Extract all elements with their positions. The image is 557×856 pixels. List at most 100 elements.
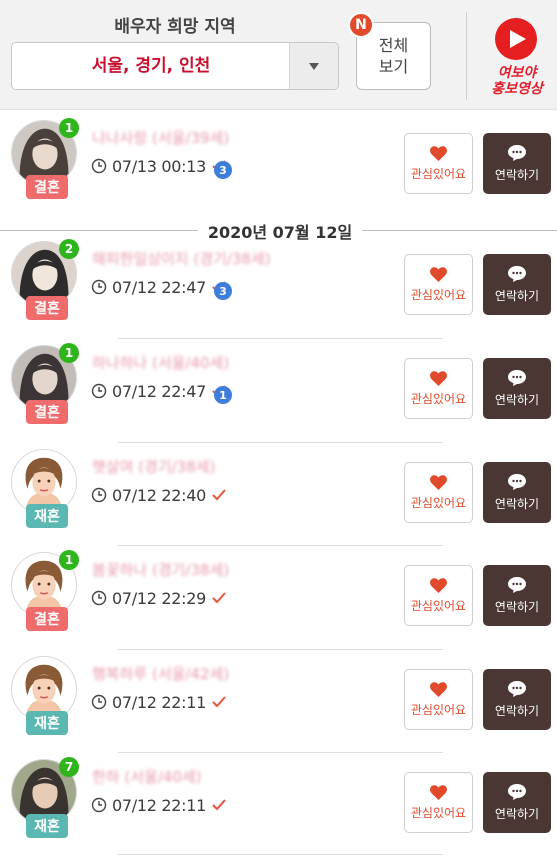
contact-label: 연락하기 <box>494 496 540 511</box>
like-button[interactable]: 관심있어요 <box>404 669 473 730</box>
view-all-label-line2: 보기 <box>378 57 409 76</box>
clock-icon <box>91 158 107 174</box>
contact-button[interactable]: 연락하기 <box>483 565 551 626</box>
avatar-wrap[interactable]: 재혼 <box>11 656 79 735</box>
region-title: 배우자 희망 지역 <box>114 17 236 37</box>
heart-icon <box>430 266 447 282</box>
promo-video-button[interactable]: 여보야 홍보영상 <box>478 14 556 100</box>
list-item[interactable]: 2 결혼 해피한일상이지 (경기/38세) 07/12 22:47 관심있어요 <box>0 234 557 334</box>
photo-count-badge: 7 <box>59 757 79 777</box>
clock-icon <box>91 279 107 295</box>
row-separator <box>118 752 443 753</box>
clock-icon <box>91 694 107 710</box>
like-button[interactable]: 관심있어요 <box>404 772 473 833</box>
check-icon <box>212 592 226 604</box>
list-item[interactable]: 재혼 행복하루 (서울/42세) 07/12 22:11 관심있어요 연락하기 <box>0 649 557 749</box>
contact-button[interactable]: 연락하기 <box>483 772 551 833</box>
access-time: 07/12 22:29 <box>112 588 207 608</box>
member-nickname[interactable]: 행복하루 (서울/42세) <box>92 663 229 684</box>
caret-down-icon <box>309 62 319 70</box>
contact-label: 연락하기 <box>494 288 540 303</box>
row-separator <box>118 545 443 546</box>
promo-label-line2: 홍보영상 <box>491 81 543 97</box>
like-button[interactable]: 관심있어요 <box>404 358 473 419</box>
youtube-play-icon <box>495 18 537 60</box>
list-item[interactable]: 재혼 햇살여 (경기/38세) 07/12 22:40 관심있어요 연락하기 <box>0 442 557 542</box>
like-label: 관심있어요 <box>410 391 467 406</box>
like-label: 관심있어요 <box>410 805 467 820</box>
contact-label: 연락하기 <box>494 167 540 182</box>
time-row: 07/12 22:11 <box>91 691 226 713</box>
member-nickname[interactable]: 하나하나 (서울/40세) <box>92 352 229 373</box>
new-badge: N <box>348 12 374 38</box>
photo-count-badge: 1 <box>59 343 79 363</box>
date-divider-line-left <box>0 230 198 231</box>
check-icon <box>212 489 226 501</box>
region-select[interactable]: 서울, 경기, 인천 <box>11 42 339 90</box>
marital-status-tag: 재혼 <box>26 504 68 528</box>
contact-label: 연락하기 <box>494 806 540 821</box>
row-separator <box>118 649 443 650</box>
access-time: 07/13 00:13 <box>112 156 207 176</box>
region-dropdown-toggle[interactable] <box>289 43 338 89</box>
heart-icon <box>430 577 447 593</box>
contact-button[interactable]: 연락하기 <box>483 358 551 419</box>
like-button[interactable]: 관심있어요 <box>404 462 473 523</box>
heart-icon <box>430 370 447 386</box>
marital-status-tag: 재혼 <box>26 814 68 838</box>
like-label: 관심있어요 <box>410 287 467 302</box>
time-row: 07/12 22:11 <box>91 794 226 816</box>
like-button[interactable]: 관심있어요 <box>404 254 473 315</box>
contact-button[interactable]: 연락하기 <box>483 669 551 730</box>
marital-status-tag: 재혼 <box>26 711 68 735</box>
like-label: 관심있어요 <box>410 495 467 510</box>
time-row: 07/12 22:47 <box>91 276 226 298</box>
like-label: 관심있어요 <box>410 702 467 717</box>
access-time: 07/12 22:40 <box>112 485 207 505</box>
read-count-badge: 1 <box>214 386 232 404</box>
contact-label: 연락하기 <box>494 703 540 718</box>
row-separator <box>118 854 443 855</box>
time-row: 07/12 22:29 <box>91 587 226 609</box>
avatar-wrap[interactable]: 1 결혼 <box>11 550 79 631</box>
contact-label: 연락하기 <box>494 392 540 407</box>
member-nickname[interactable]: 해피한일상이지 (경기/38세) <box>92 248 271 269</box>
heart-icon <box>430 681 447 697</box>
member-nickname[interactable]: 봄꽃하나 (경기/38세) <box>92 559 229 580</box>
member-nickname[interactable]: 햇살여 (경기/38세) <box>92 456 215 477</box>
row-separator <box>118 442 443 443</box>
like-label: 관심있어요 <box>410 598 467 613</box>
marital-status-tag: 결혼 <box>26 296 68 320</box>
row-separator <box>118 338 443 339</box>
member-nickname[interactable]: 한하 (서울/40세) <box>92 766 202 787</box>
avatar-wrap[interactable]: 1 결혼 <box>11 343 79 424</box>
contact-button[interactable]: 연락하기 <box>483 254 551 315</box>
filter-header: 배우자 희망 지역 서울, 경기, 인천 전체 보기 N 여보야 홍보영상 <box>0 0 557 110</box>
marital-status-tag: 결혼 <box>26 607 68 631</box>
list-item[interactable]: 7 재혼 한하 (서울/40세) 07/12 22:11 관심있어요 연락하기 <box>0 752 557 852</box>
access-time: 07/12 22:11 <box>112 692 207 712</box>
heart-icon <box>430 474 447 490</box>
chat-bubble-icon <box>508 473 526 490</box>
access-time: 07/12 22:47 <box>112 381 207 401</box>
photo-count-badge: 1 <box>59 550 79 570</box>
header-divider <box>466 12 467 100</box>
list-item[interactable]: 1 결혼 봄꽃하나 (경기/38세) 07/12 22:29 관심있어요 연락하… <box>0 545 557 645</box>
list-item[interactable]: 1 결혼 나나사랑 (서울/39세) 07/13 00:13 관심있어요 연락하… <box>0 113 557 213</box>
avatar-wrap[interactable]: 2 결혼 <box>11 239 79 320</box>
list-item[interactable]: 1 결혼 하나하나 (서울/40세) 07/12 22:47 관심있어요 연락하… <box>0 338 557 438</box>
clock-icon <box>91 487 107 503</box>
avatar-wrap[interactable]: 1 결혼 <box>11 118 79 199</box>
heart-icon <box>430 145 447 161</box>
access-time: 07/12 22:47 <box>112 277 207 297</box>
marital-status-tag: 결혼 <box>26 175 68 199</box>
avatar-wrap[interactable]: 재혼 <box>11 449 79 528</box>
access-time: 07/12 22:11 <box>112 795 207 815</box>
contact-button[interactable]: 연락하기 <box>483 133 551 194</box>
chat-bubble-icon <box>508 680 526 697</box>
contact-button[interactable]: 연락하기 <box>483 462 551 523</box>
like-button[interactable]: 관심있어요 <box>404 565 473 626</box>
member-nickname[interactable]: 나나사랑 (서울/39세) <box>92 127 229 148</box>
like-button[interactable]: 관심있어요 <box>404 133 473 194</box>
avatar-wrap[interactable]: 7 재혼 <box>11 757 79 838</box>
